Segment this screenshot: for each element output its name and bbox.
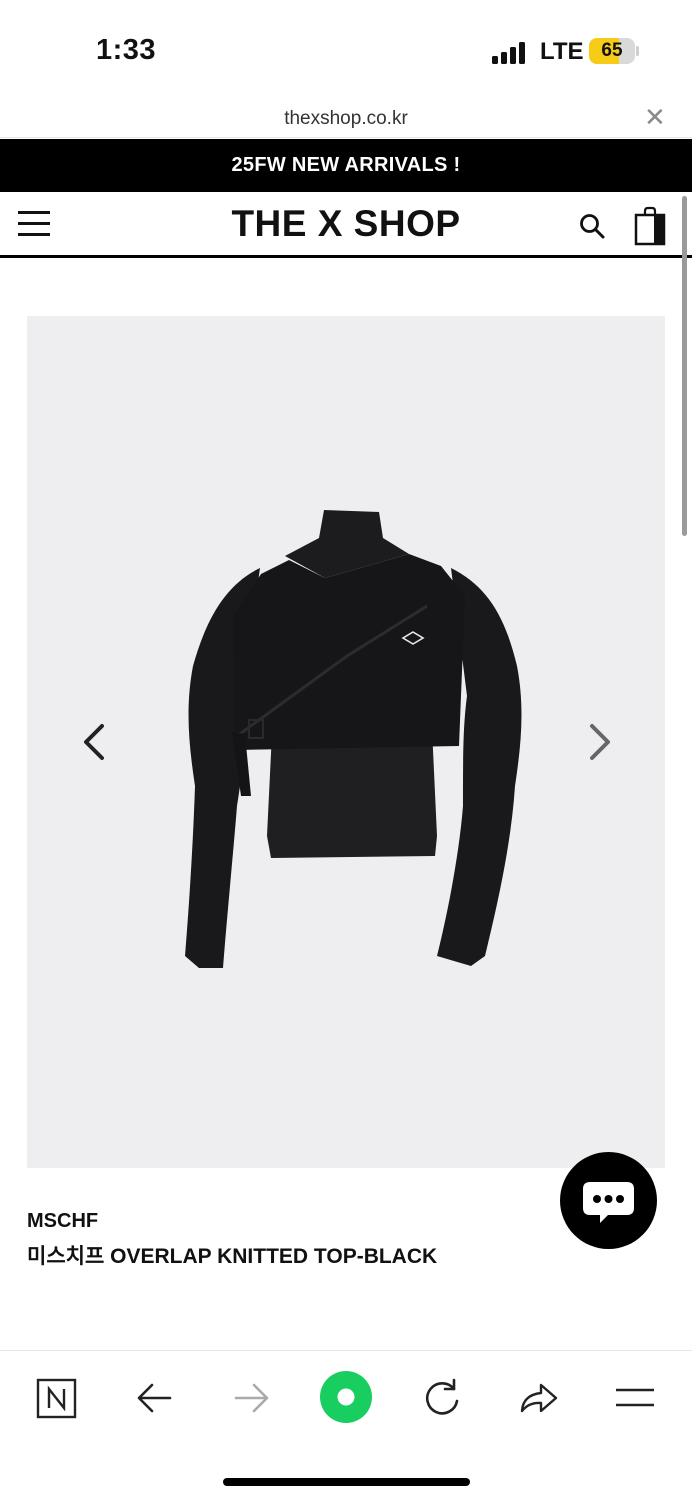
chevron-left-icon[interactable] [80, 722, 110, 762]
home-indicator [223, 1478, 470, 1486]
naver-green-dot-icon[interactable] [319, 1370, 373, 1424]
site-header: THE X SHOP [0, 192, 692, 258]
reload-icon[interactable] [421, 1377, 463, 1419]
chat-button[interactable] [560, 1152, 657, 1249]
close-icon[interactable]: ✕ [644, 104, 666, 130]
shopping-bag-icon[interactable] [634, 206, 666, 246]
product-photo [185, 510, 522, 968]
chevron-right-icon[interactable] [584, 722, 614, 762]
naver-icon[interactable] [36, 1377, 78, 1419]
share-icon[interactable] [517, 1377, 559, 1419]
network-type: LTE [540, 38, 584, 65]
cellular-signal-icon [492, 40, 528, 64]
product-name[interactable]: 미스치프 OVERLAP KNITTED TOP-BLACK [27, 1240, 437, 1270]
status-time: 1:33 [96, 34, 157, 66]
battery-nub [636, 46, 639, 56]
battery-percent: 65 [601, 40, 623, 61]
product-brand[interactable]: MSCHF [27, 1210, 98, 1233]
search-icon[interactable] [578, 212, 606, 240]
chat-bubble-icon [583, 1182, 634, 1223]
browser-toolbar [0, 1350, 692, 1500]
url-text[interactable]: thexshop.co.kr [0, 108, 692, 130]
product-image[interactable] [27, 316, 665, 1168]
forward-arrow-icon[interactable] [230, 1377, 272, 1419]
url-bar[interactable]: thexshop.co.kr ✕ [0, 100, 692, 138]
back-arrow-icon[interactable] [134, 1377, 176, 1419]
page-scrollbar[interactable] [682, 196, 687, 536]
status-bar: 1:33 LTE 65 [0, 0, 692, 100]
battery-icon: 65 [589, 38, 635, 64]
hamburger-menu-icon[interactable] [614, 1377, 656, 1419]
announcement-banner[interactable]: 25FW NEW ARRIVALS ! [0, 139, 692, 192]
